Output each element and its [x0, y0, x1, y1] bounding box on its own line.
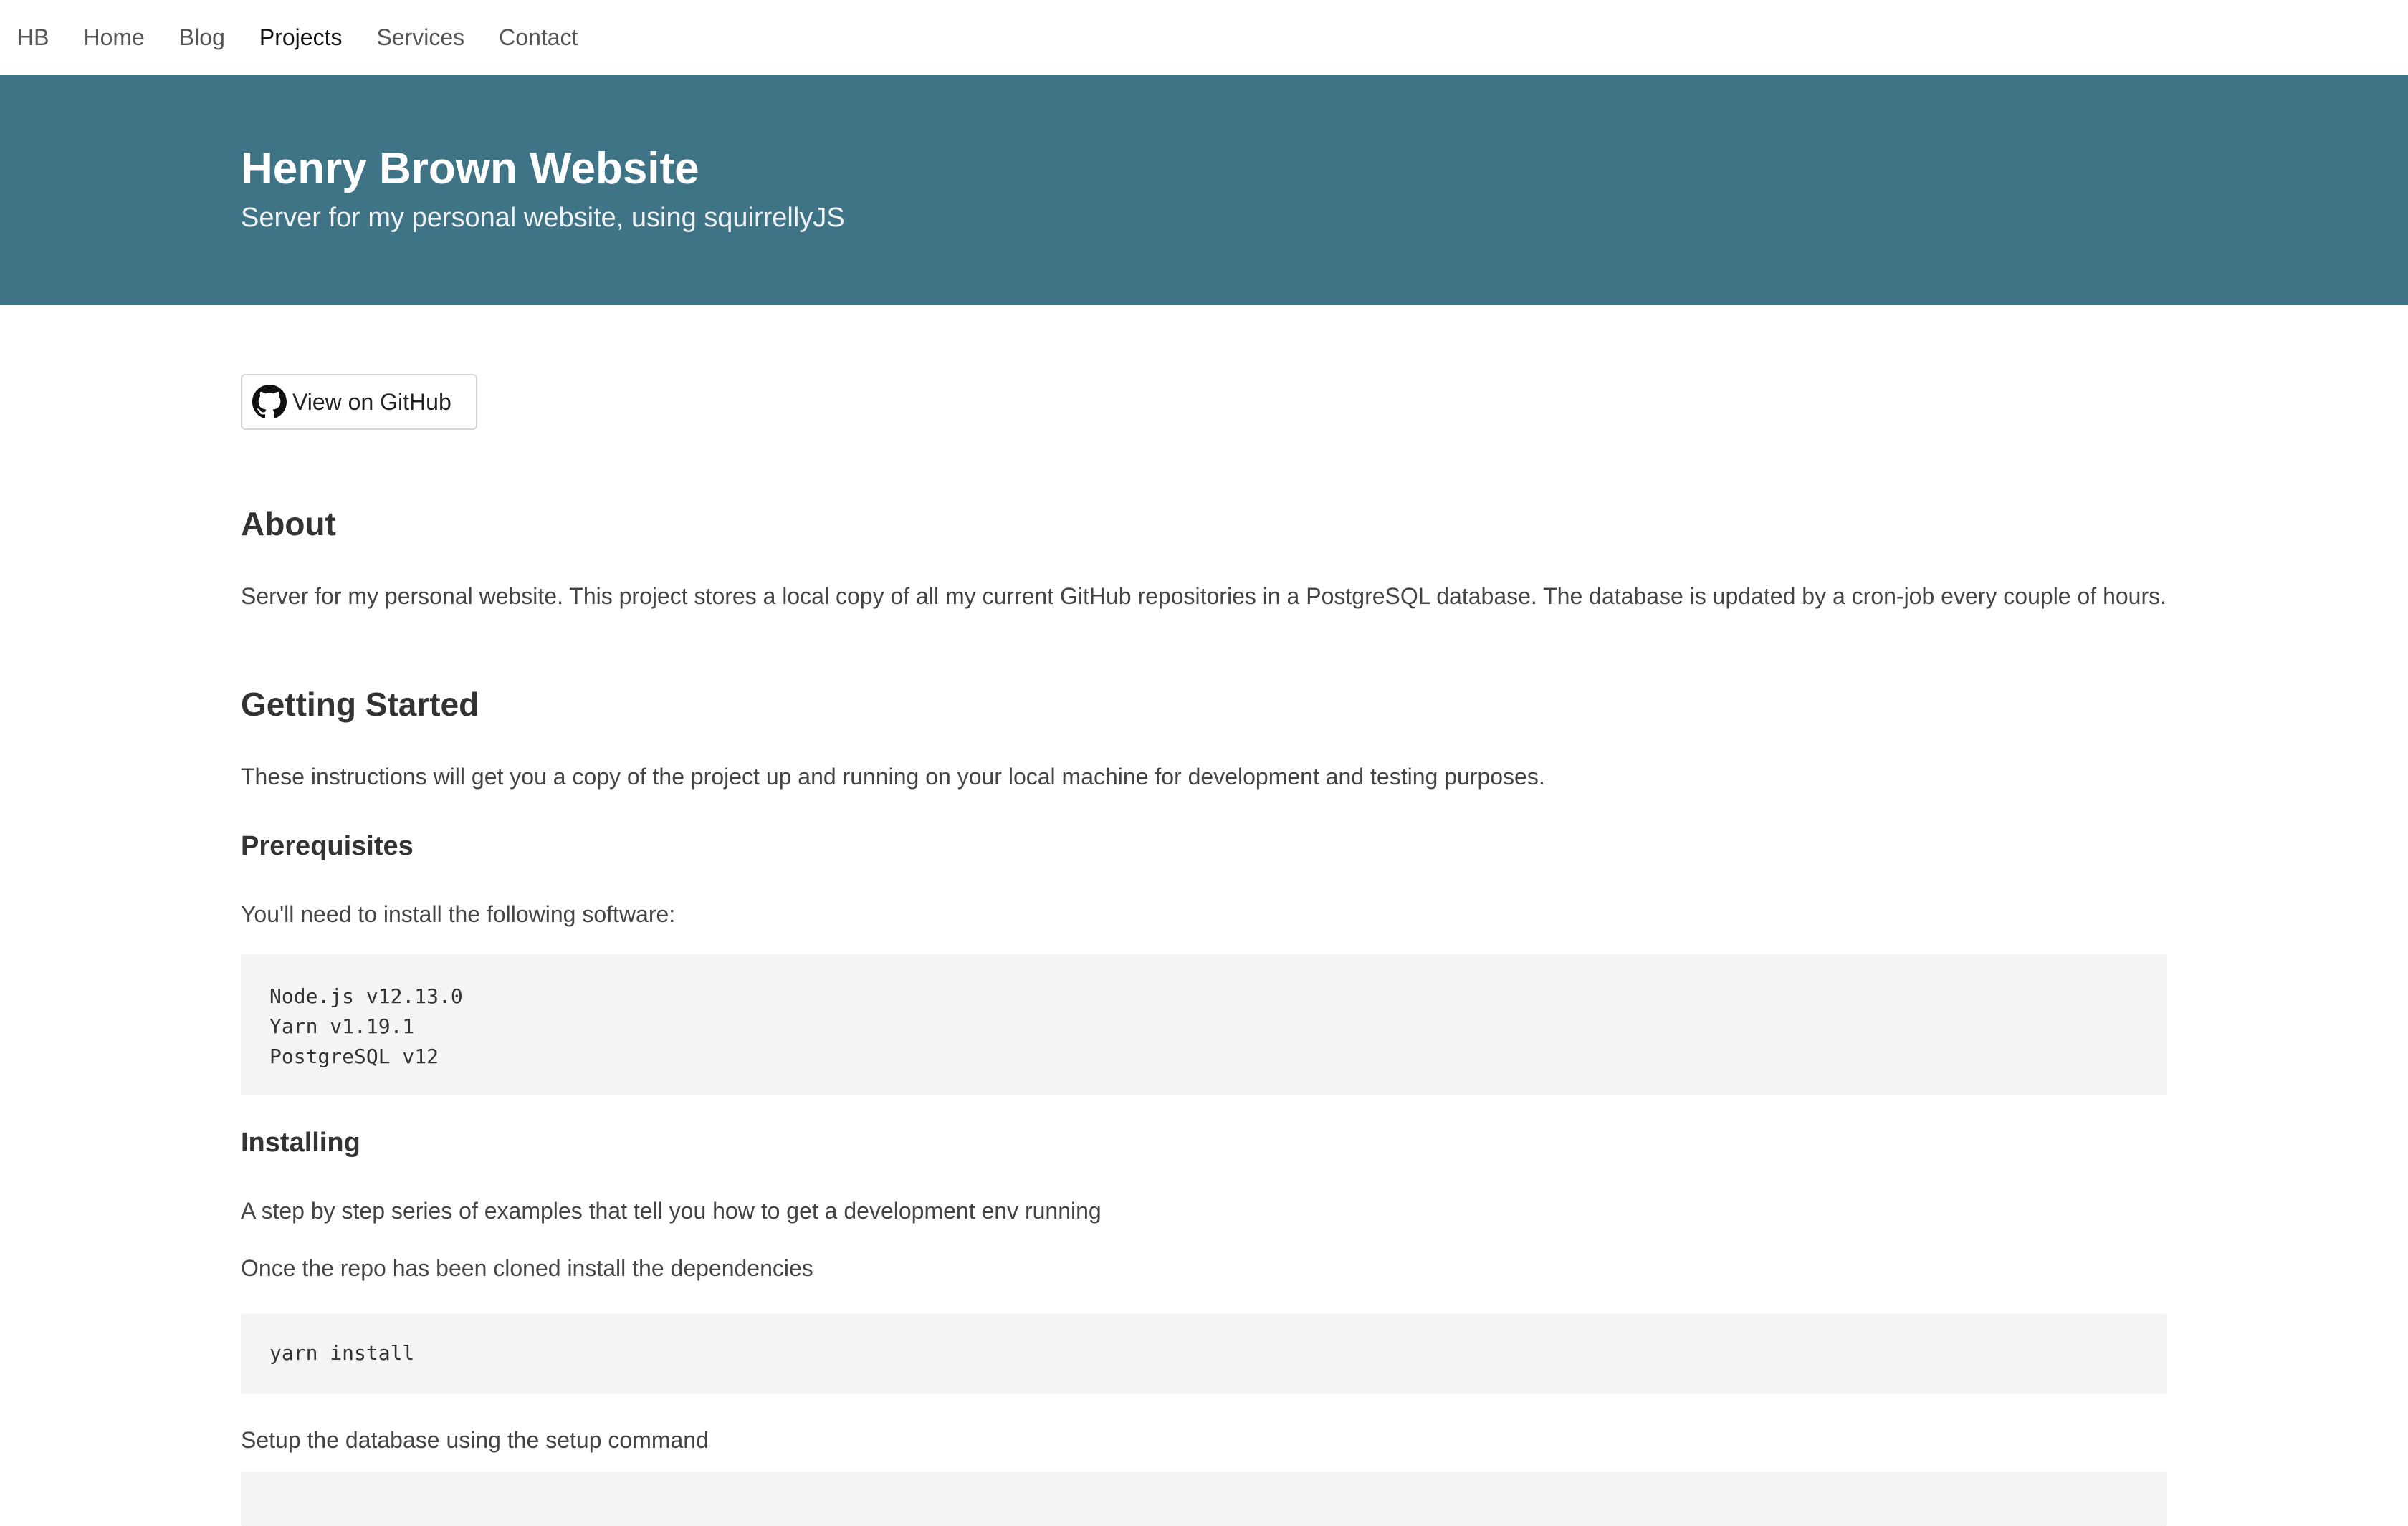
setup-database-text: Setup the database using the setup comma…: [241, 1427, 709, 1453]
code-line: Node.js v12.13.0: [269, 984, 463, 1008]
clone-instructions-text: Once the repo has been cloned install th…: [241, 1255, 813, 1281]
install-code-block: yarn install: [241, 1314, 2167, 1394]
nav-link-blog[interactable]: Blog: [179, 26, 225, 49]
nav-link-services[interactable]: Services: [376, 26, 464, 49]
view-on-github-button[interactable]: View on GitHub: [241, 374, 477, 430]
code-line: PostgreSQL v12: [269, 1045, 439, 1068]
nav-brand-link[interactable]: HB: [17, 26, 49, 49]
github-icon: [252, 385, 287, 418]
about-heading: About: [241, 505, 336, 542]
nav-link-home[interactable]: Home: [83, 26, 144, 49]
top-navbar: HB Home Blog Projects Services Contact: [0, 0, 2408, 75]
code-line: yarn install: [269, 1341, 415, 1365]
nav-link-projects[interactable]: Projects: [259, 26, 343, 49]
page-title: Henry Brown Website: [241, 144, 699, 193]
nav-link-contact[interactable]: Contact: [499, 26, 578, 49]
prerequisites-code-block: Node.js v12.13.0 Yarn v1.19.1 PostgreSQL…: [241, 954, 2167, 1095]
page-subtitle: Server for my personal website, using sq…: [241, 203, 845, 233]
installing-heading: Installing: [241, 1128, 360, 1158]
getting-started-text: These instructions will get you a copy o…: [241, 764, 1545, 790]
prerequisites-heading: Prerequisites: [241, 831, 414, 861]
getting-started-heading: Getting Started: [241, 686, 479, 723]
prerequisites-text: You'll need to install the following sof…: [241, 901, 676, 927]
installing-text: A step by step series of examples that t…: [241, 1198, 1102, 1224]
setup-code-block: [241, 1472, 2167, 1526]
about-text: Server for my personal website. This pro…: [241, 583, 2166, 609]
view-on-github-label: View on GitHub: [292, 388, 452, 415]
hero-banner: Henry Brown Website Server for my person…: [0, 75, 2408, 305]
code-line: Yarn v1.19.1: [269, 1014, 415, 1038]
